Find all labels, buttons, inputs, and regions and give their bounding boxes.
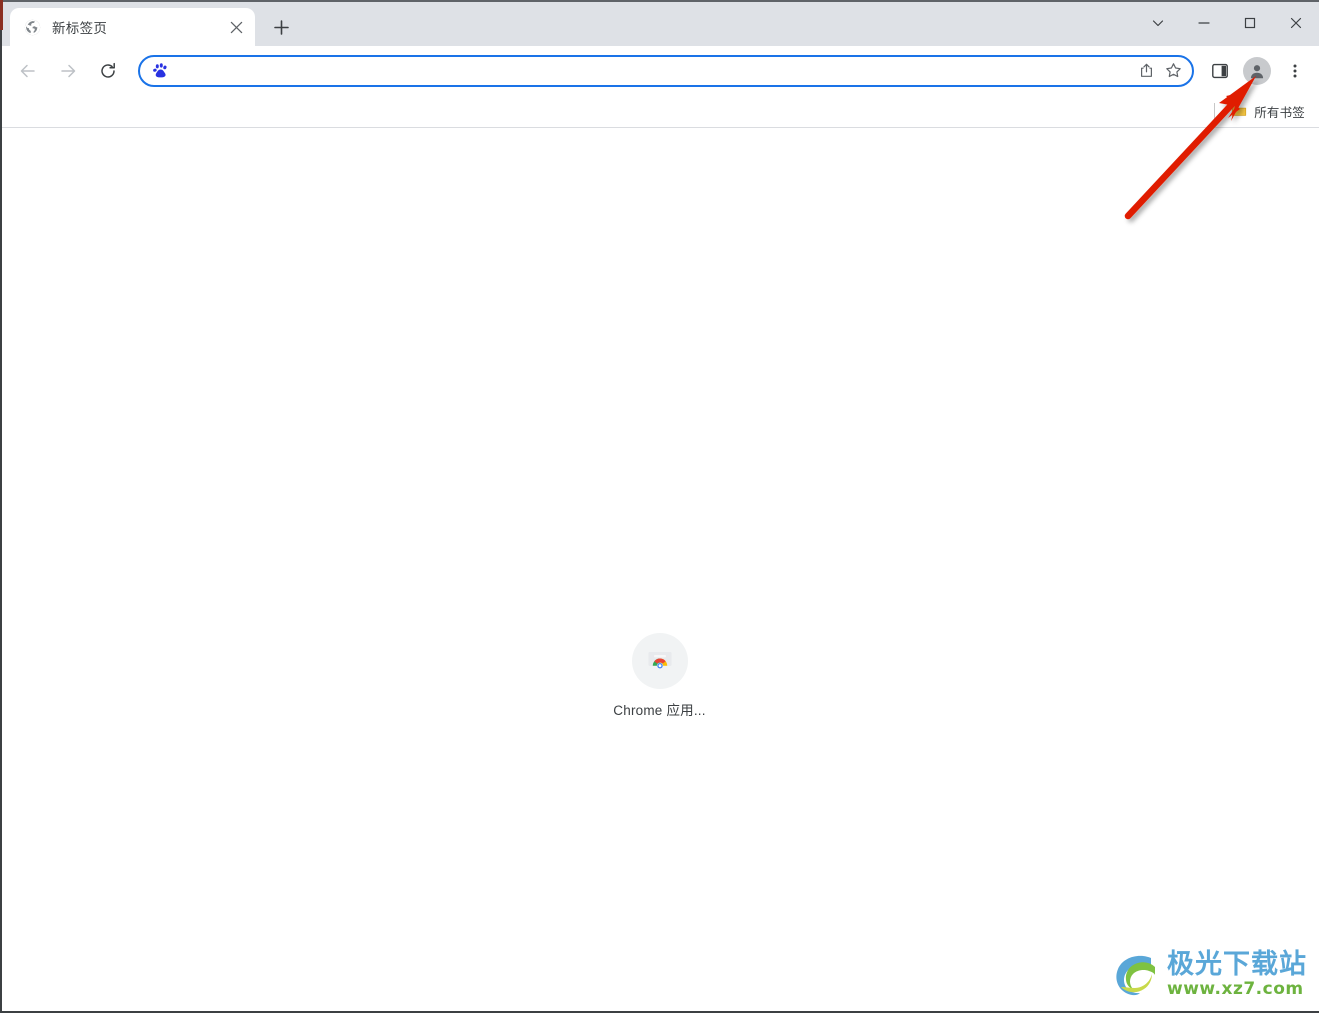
- address-input[interactable]: [170, 56, 1132, 85]
- browser-window: 新标签页 所有书签 Chrome 应用... 极光下载站 www.xz7.com: [0, 0, 1319, 1013]
- reload-button[interactable]: [92, 55, 124, 87]
- address-bar[interactable]: [138, 54, 1194, 87]
- globe-icon: [24, 19, 41, 36]
- side-panel-icon[interactable]: [1205, 56, 1235, 86]
- watermark-text: 极光下载站 www.xz7.com: [1167, 951, 1307, 998]
- maximize-icon[interactable]: [1227, 0, 1273, 46]
- close-window-icon[interactable]: [1273, 0, 1319, 46]
- page-content: Chrome 应用... 极光下载站 www.xz7.com: [0, 128, 1319, 1013]
- watermark-url: www.xz7.com: [1167, 978, 1304, 999]
- baidu-paw-icon: [152, 62, 170, 80]
- window-frame-top: [0, 0, 1319, 2]
- tab-strip: 新标签页: [0, 0, 1319, 46]
- tab-new-tab-page[interactable]: 新标签页: [10, 8, 255, 46]
- watermark: 极光下载站 www.xz7.com: [1111, 949, 1307, 999]
- more-menu-icon[interactable]: [1280, 56, 1310, 86]
- shortcut-tile[interactable]: [631, 633, 688, 689]
- watermark-title: 极光下载站: [1167, 948, 1307, 980]
- shortcut-label: Chrome 应用...: [613, 703, 706, 718]
- folder-icon: [1231, 103, 1247, 119]
- close-icon[interactable]: [225, 16, 247, 38]
- browser-toolbar: [0, 46, 1319, 95]
- bookmark-star-icon[interactable]: [1160, 58, 1186, 84]
- shortcut-chrome-apps[interactable]: Chrome 应用...: [604, 633, 716, 719]
- profile-avatar[interactable]: [1243, 56, 1271, 85]
- minimize-icon[interactable]: [1181, 0, 1227, 46]
- share-icon[interactable]: [1133, 58, 1159, 84]
- chrome-apps-icon: [645, 646, 675, 676]
- back-button[interactable]: [12, 55, 44, 87]
- bookmark-item-all-bookmarks[interactable]: 所有书签: [1225, 99, 1311, 123]
- watermark-logo-icon: [1111, 949, 1163, 999]
- window-frame-left-accent: [0, 0, 3, 30]
- forward-button[interactable]: [52, 55, 84, 87]
- window-controls: [1135, 0, 1319, 46]
- chevron-down-icon[interactable]: [1135, 0, 1181, 46]
- tab-title: 新标签页: [52, 21, 108, 36]
- new-tab-button[interactable]: [266, 12, 296, 42]
- bookmark-item-label: 所有书签: [1254, 105, 1305, 120]
- window-frame-left: [0, 0, 2, 1013]
- bookmark-divider: [1214, 103, 1216, 119]
- bookmark-bar: 所有书签: [0, 95, 1319, 128]
